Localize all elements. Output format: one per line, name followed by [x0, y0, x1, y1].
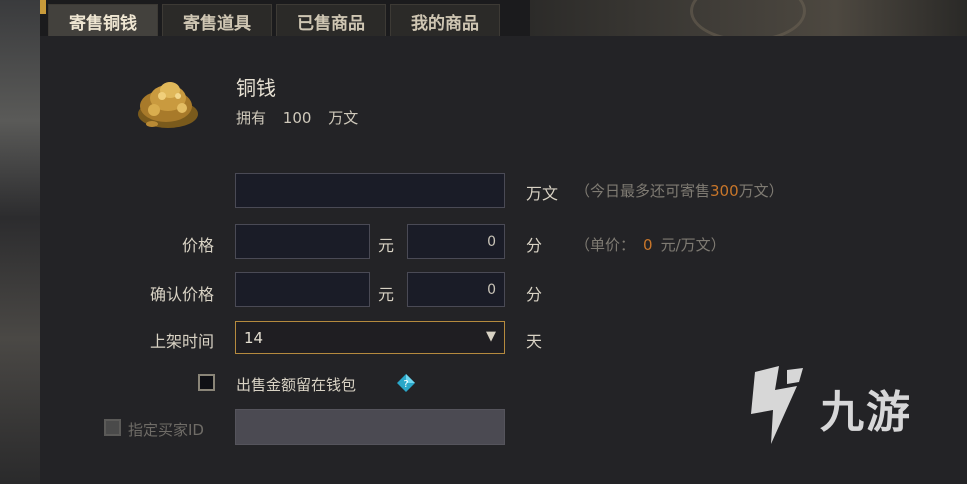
tab-sold-items[interactable]: 已售商品	[276, 4, 386, 38]
corner-ornament	[40, 0, 46, 14]
coin-pile-icon	[138, 82, 198, 128]
unit-price-hint: （单价： 0 元/万文）	[575, 234, 726, 255]
tab-my-items[interactable]: 我的商品	[390, 4, 500, 38]
tab-consign-items[interactable]: 寄售道具	[162, 4, 272, 38]
limit-amount: 300	[710, 182, 739, 200]
item-name: 铜钱	[236, 76, 276, 100]
confirm-yuan-input[interactable]	[235, 272, 370, 307]
price-yuan-unit: 元	[378, 236, 395, 255]
confirm-yuan-unit: 元	[378, 285, 395, 304]
unit-price-value: 0	[643, 236, 653, 254]
quantity-limit-hint: （今日最多还可寄售300万文）	[575, 180, 784, 201]
price-yuan-input[interactable]	[235, 224, 370, 259]
duration-value: 14	[244, 328, 264, 347]
owned-amount: 拥有 100 万文	[236, 107, 370, 128]
tab-bar: 寄售铜钱 寄售道具 已售商品 我的商品	[48, 0, 500, 39]
limit-prefix: （今日最多还可寄售	[575, 182, 711, 200]
confirm-fen-input[interactable]: 0	[407, 272, 505, 307]
tab-consign-coins[interactable]: 寄售铜钱	[48, 4, 158, 39]
designate-buyer-label: 指定买家ID	[128, 421, 204, 439]
buyer-id-input[interactable]	[235, 409, 505, 445]
keep-in-wallet-label: 出售金额留在钱包	[236, 376, 357, 394]
owned-unit: 万文	[328, 109, 359, 127]
quantity-unit: 万文	[526, 184, 559, 203]
price-label: 价格	[181, 236, 214, 255]
limit-suffix: 万文）	[738, 182, 784, 200]
quantity-input[interactable]	[235, 173, 505, 208]
owned-label: 拥有	[236, 109, 267, 127]
keep-in-wallet-checkbox[interactable]	[198, 374, 215, 391]
price-fen-unit: 分	[526, 236, 543, 255]
unit-price-prefix: （单价：	[575, 236, 636, 254]
owned-value: 100	[282, 109, 312, 127]
chevron-down-icon: ▼	[486, 329, 496, 344]
svg-text:?: ?	[403, 379, 408, 390]
designate-buyer-checkbox[interactable]	[104, 419, 121, 436]
unit-price-suffix: 元/万文）	[660, 236, 726, 254]
watermark-text: 九游	[820, 387, 912, 438]
background-scene-left	[0, 0, 40, 484]
duration-select[interactable]: 14 ▼	[235, 321, 505, 354]
diamond-help-icon[interactable]: ?	[396, 373, 416, 393]
confirm-price-label: 确认价格	[149, 285, 214, 304]
duration-unit: 天	[526, 332, 543, 351]
confirm-fen-unit: 分	[526, 285, 543, 304]
price-fen-input[interactable]: 0	[407, 224, 505, 259]
duration-label: 上架时间	[149, 332, 214, 351]
